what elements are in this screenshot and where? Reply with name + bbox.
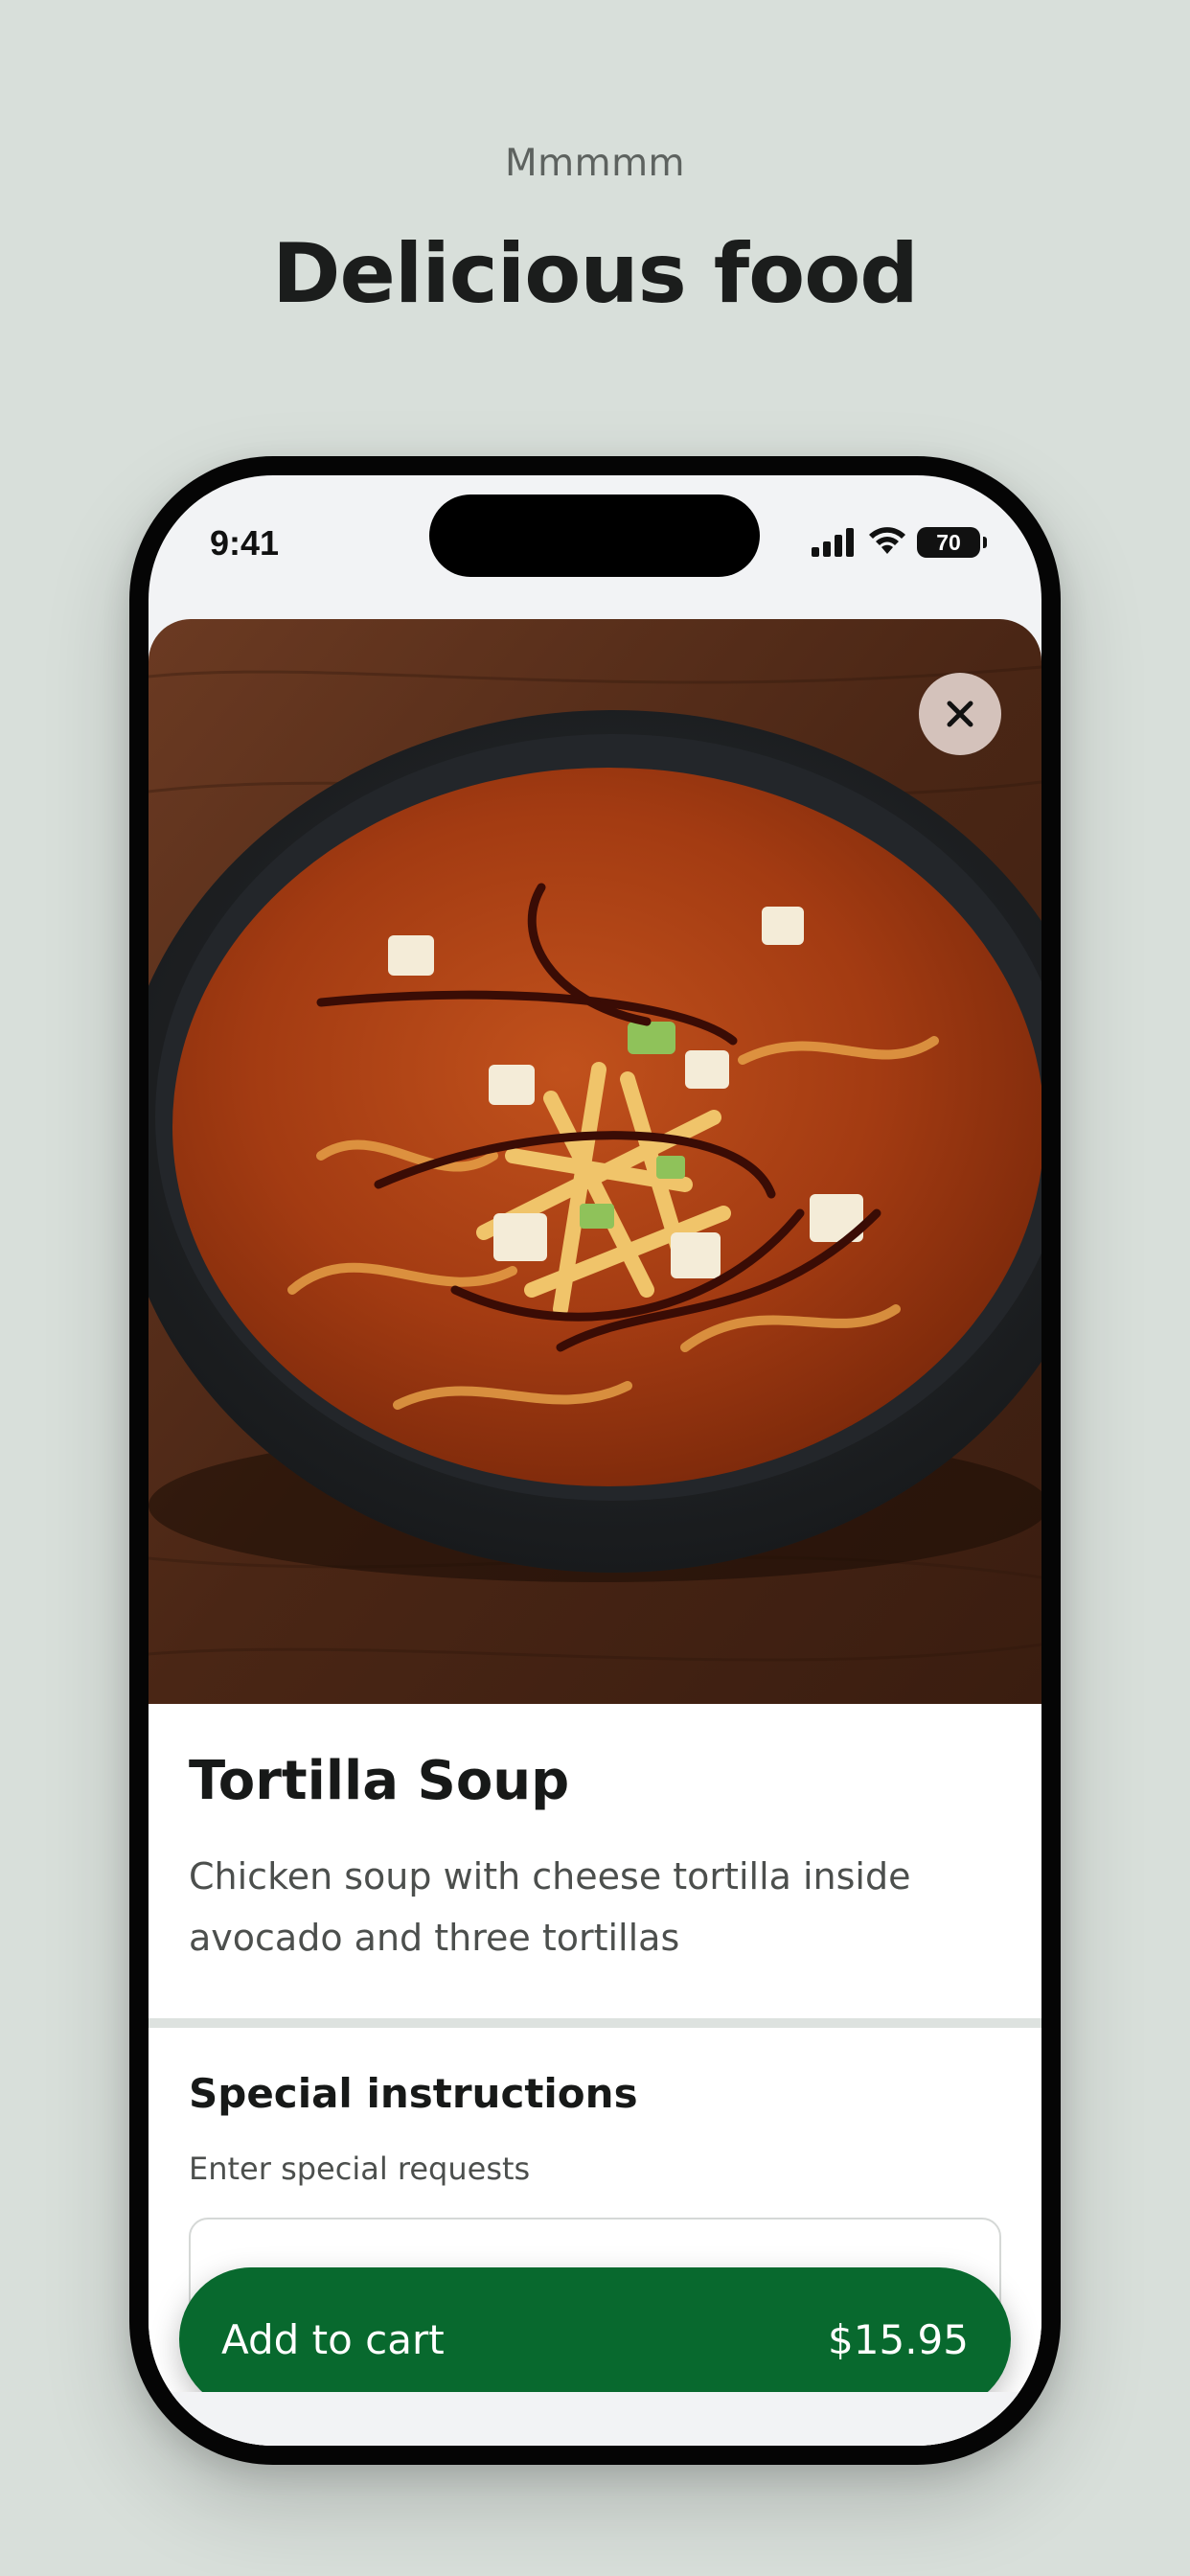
battery-icon: 70	[917, 527, 987, 558]
special-instructions-title: Special instructions	[189, 2070, 638, 2117]
item-description: Chicken soup with cheese tortilla inside…	[189, 1855, 911, 1959]
close-icon	[947, 701, 973, 727]
page-title: Delicious food	[272, 226, 919, 322]
add-to-cart-label: Add to cart	[221, 2315, 445, 2363]
bottom-safe-area	[149, 2392, 1041, 2446]
food-image	[149, 619, 1041, 1704]
item-title: Tortilla Soup	[189, 1750, 570, 1812]
dynamic-island	[429, 494, 760, 577]
status-time: 9:41	[210, 523, 280, 563]
signal-icon	[812, 528, 854, 557]
page-eyebrow: Mmmmm	[504, 142, 686, 185]
special-instructions-subtitle: Enter special requests	[189, 2150, 531, 2187]
item-detail-sheet: Tortilla Soup Chicken soup with cheese t…	[149, 619, 1041, 2446]
add-to-cart-button[interactable]: Add to cart $15.95	[179, 2267, 1011, 2411]
phone-screen: 9:41 70 Tortilla Soup Chicken soup with …	[149, 475, 1041, 2446]
item-price: $15.95	[828, 2315, 969, 2363]
status-icons: 70	[812, 523, 987, 562]
wifi-icon	[869, 527, 905, 554]
close-button[interactable]	[919, 673, 1001, 755]
section-divider	[149, 2018, 1041, 2028]
phone-frame: 9:41 70 Tortilla Soup Chicken soup with …	[129, 456, 1061, 2465]
